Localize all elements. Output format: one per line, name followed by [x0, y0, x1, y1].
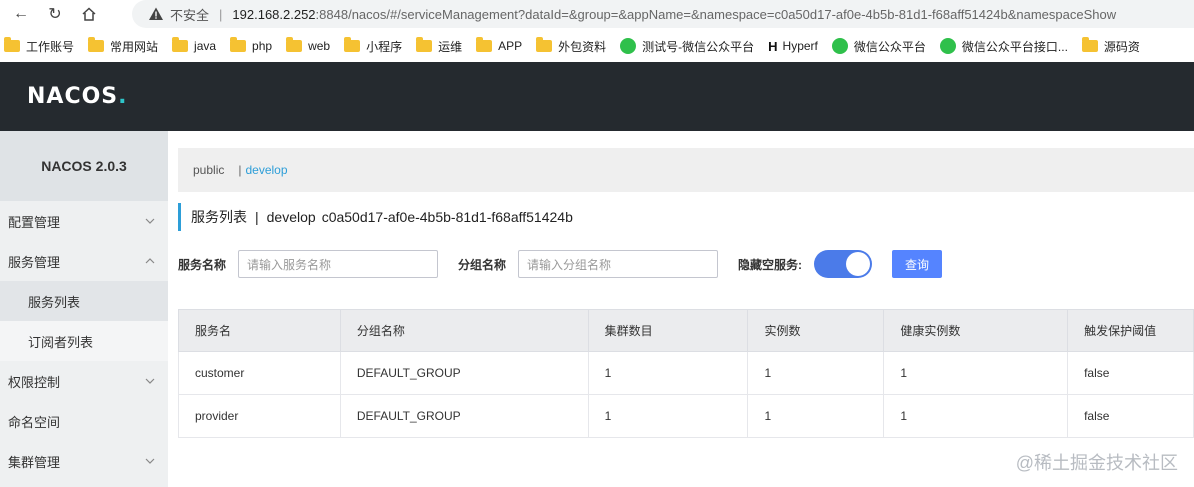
bookmark-folder[interactable]: 小程序 [344, 37, 402, 55]
chevron-down-icon [142, 373, 158, 389]
query-button[interactable]: 查询 [892, 250, 942, 278]
sidebar: NACOS 2.0.3 配置管理 服务管理 服务列表 订阅者列表 权限控制 命名… [0, 131, 168, 487]
service-table: 服务名 分组名称 集群数目 实例数 健康实例数 触发保护阈值 customer … [178, 309, 1194, 438]
table-row: provider DEFAULT_GROUP 1 1 1 false [178, 394, 1194, 438]
group-name-label: 分组名称 [458, 258, 507, 272]
url-path: :8848/nacos/#/serviceManagement?dataId=&… [315, 6, 1117, 22]
chevron-down-icon [142, 453, 158, 469]
folder-icon [286, 37, 303, 52]
table-cell: 1 [883, 351, 1069, 395]
bookmark-link[interactable]: 微信公众平台 [831, 38, 926, 55]
table-cell: DEFAULT_GROUP [339, 394, 589, 438]
back-icon[interactable]: ← [10, 3, 32, 25]
security-label: 不安全 [170, 7, 210, 23]
version-label: NACOS 2.0.3 [0, 131, 168, 201]
table-cell: customer [178, 351, 341, 395]
folder-icon [416, 37, 433, 52]
table-cell: provider [178, 394, 341, 438]
toggle-knob [846, 252, 870, 276]
bookmark-link[interactable]: H Hyperf [768, 39, 818, 54]
reload-icon[interactable]: ↻ [44, 3, 66, 25]
folder-icon [88, 37, 105, 52]
service-name-input[interactable]: 请输入服务名称 [238, 250, 438, 278]
omnibox-separator: | [219, 6, 223, 22]
home-icon[interactable] [78, 3, 100, 25]
watermark: @稀土掘金技术社区 [1015, 453, 1178, 473]
namespace-bar: public | develop [178, 148, 1194, 192]
column-header: 触发保护阈值 [1067, 309, 1194, 352]
title-accent [178, 203, 181, 231]
bookmark-folder[interactable]: 外包资料 [536, 37, 606, 55]
chevron-down-icon [142, 213, 158, 229]
bookmarks-bar: 工作账号 常用网站 java php web 小程序 运维 APP 外包资料 测… [0, 32, 1194, 60]
column-header: 分组名称 [339, 309, 589, 352]
table-row: customer DEFAULT_GROUP 1 1 1 false [178, 351, 1194, 395]
bookmark-link[interactable]: 微信公众平台接口... [939, 38, 1068, 55]
folder-icon [536, 37, 553, 52]
table-header-row: 服务名 分组名称 集群数目 实例数 健康实例数 触发保护阈值 [178, 309, 1194, 352]
service-name-label: 服务名称 [178, 258, 227, 272]
sidebar-item-auth[interactable]: 权限控制 [0, 361, 168, 401]
sidebar-item-service-list[interactable]: 服务列表 [0, 281, 168, 321]
table-cell: 1 [587, 394, 749, 438]
url-host: 192.168.2.252 [232, 6, 316, 22]
column-header: 实例数 [747, 309, 885, 352]
column-header: 健康实例数 [883, 309, 1069, 352]
bookmark-folder[interactable]: 运维 [416, 37, 462, 55]
table-cell: 1 [747, 394, 885, 438]
bookmark-folder[interactable]: web [286, 37, 330, 53]
page-title: 服务列表 | develop c0a50d17-af0e-4b5b-81d1-f… [178, 202, 573, 232]
bookmark-folder[interactable]: java [172, 37, 216, 53]
table-cell: 1 [587, 351, 749, 395]
chevron-up-icon [142, 253, 158, 269]
hide-empty-toggle[interactable] [814, 250, 872, 278]
filter-bar: 服务名称 请输入服务名称 分组名称 请输入分组名称 隐藏空服务: 查询 [178, 250, 1194, 278]
bookmark-folder[interactable]: 常用网站 [88, 37, 158, 55]
hyperf-icon: H [768, 38, 778, 54]
table-cell: DEFAULT_GROUP [339, 351, 589, 395]
folder-icon [230, 37, 247, 52]
address-bar[interactable]: 不安全 | 192.168.2.252:8848/nacos/#/service… [132, 0, 1194, 28]
namespace-develop[interactable]: develop [245, 163, 287, 177]
bookmark-folder[interactable]: 源码资 [1081, 37, 1140, 55]
warning-icon [149, 7, 163, 20]
column-header: 服务名 [178, 309, 341, 352]
folder-icon [476, 37, 493, 52]
wechat-icon [620, 38, 637, 54]
sidebar-item-namespace[interactable]: 命名空间 [0, 401, 168, 441]
bookmark-link[interactable]: 测试号-微信公众平台 [620, 38, 754, 55]
folder-icon [1081, 37, 1098, 52]
bookmark-folder[interactable]: APP [476, 37, 522, 53]
app-header: NACOS. [0, 62, 1194, 131]
folder-icon [344, 37, 361, 52]
wechat-icon [831, 38, 848, 54]
nacos-logo[interactable]: NACOS. [27, 84, 128, 109]
folder-icon [4, 37, 20, 52]
sidebar-item-service[interactable]: 服务管理 [0, 241, 168, 281]
folder-icon [172, 37, 189, 52]
hide-empty-label: 隐藏空服务: [738, 258, 802, 272]
namespace-public[interactable]: public [193, 163, 224, 177]
bookmark-folder[interactable]: 工作账号 [4, 37, 74, 55]
table-cell: 1 [883, 394, 1069, 438]
group-name-input[interactable]: 请输入分组名称 [518, 250, 718, 278]
column-header: 集群数目 [587, 309, 749, 352]
wechat-icon [939, 38, 956, 54]
sidebar-item-config[interactable]: 配置管理 [0, 201, 168, 241]
sidebar-item-subscribers[interactable]: 订阅者列表 [0, 321, 168, 361]
bookmark-folder[interactable]: php [230, 37, 272, 53]
sidebar-item-cluster[interactable]: 集群管理 [0, 441, 168, 481]
table-cell: false [1067, 394, 1194, 438]
table-cell: 1 [747, 351, 885, 395]
browser-toolbar: ← ↻ 不安全 | 192.168.2.252:8848/nacos/#/ser… [0, 0, 1194, 28]
namespace-separator: | [238, 163, 242, 177]
table-cell: false [1067, 351, 1194, 395]
